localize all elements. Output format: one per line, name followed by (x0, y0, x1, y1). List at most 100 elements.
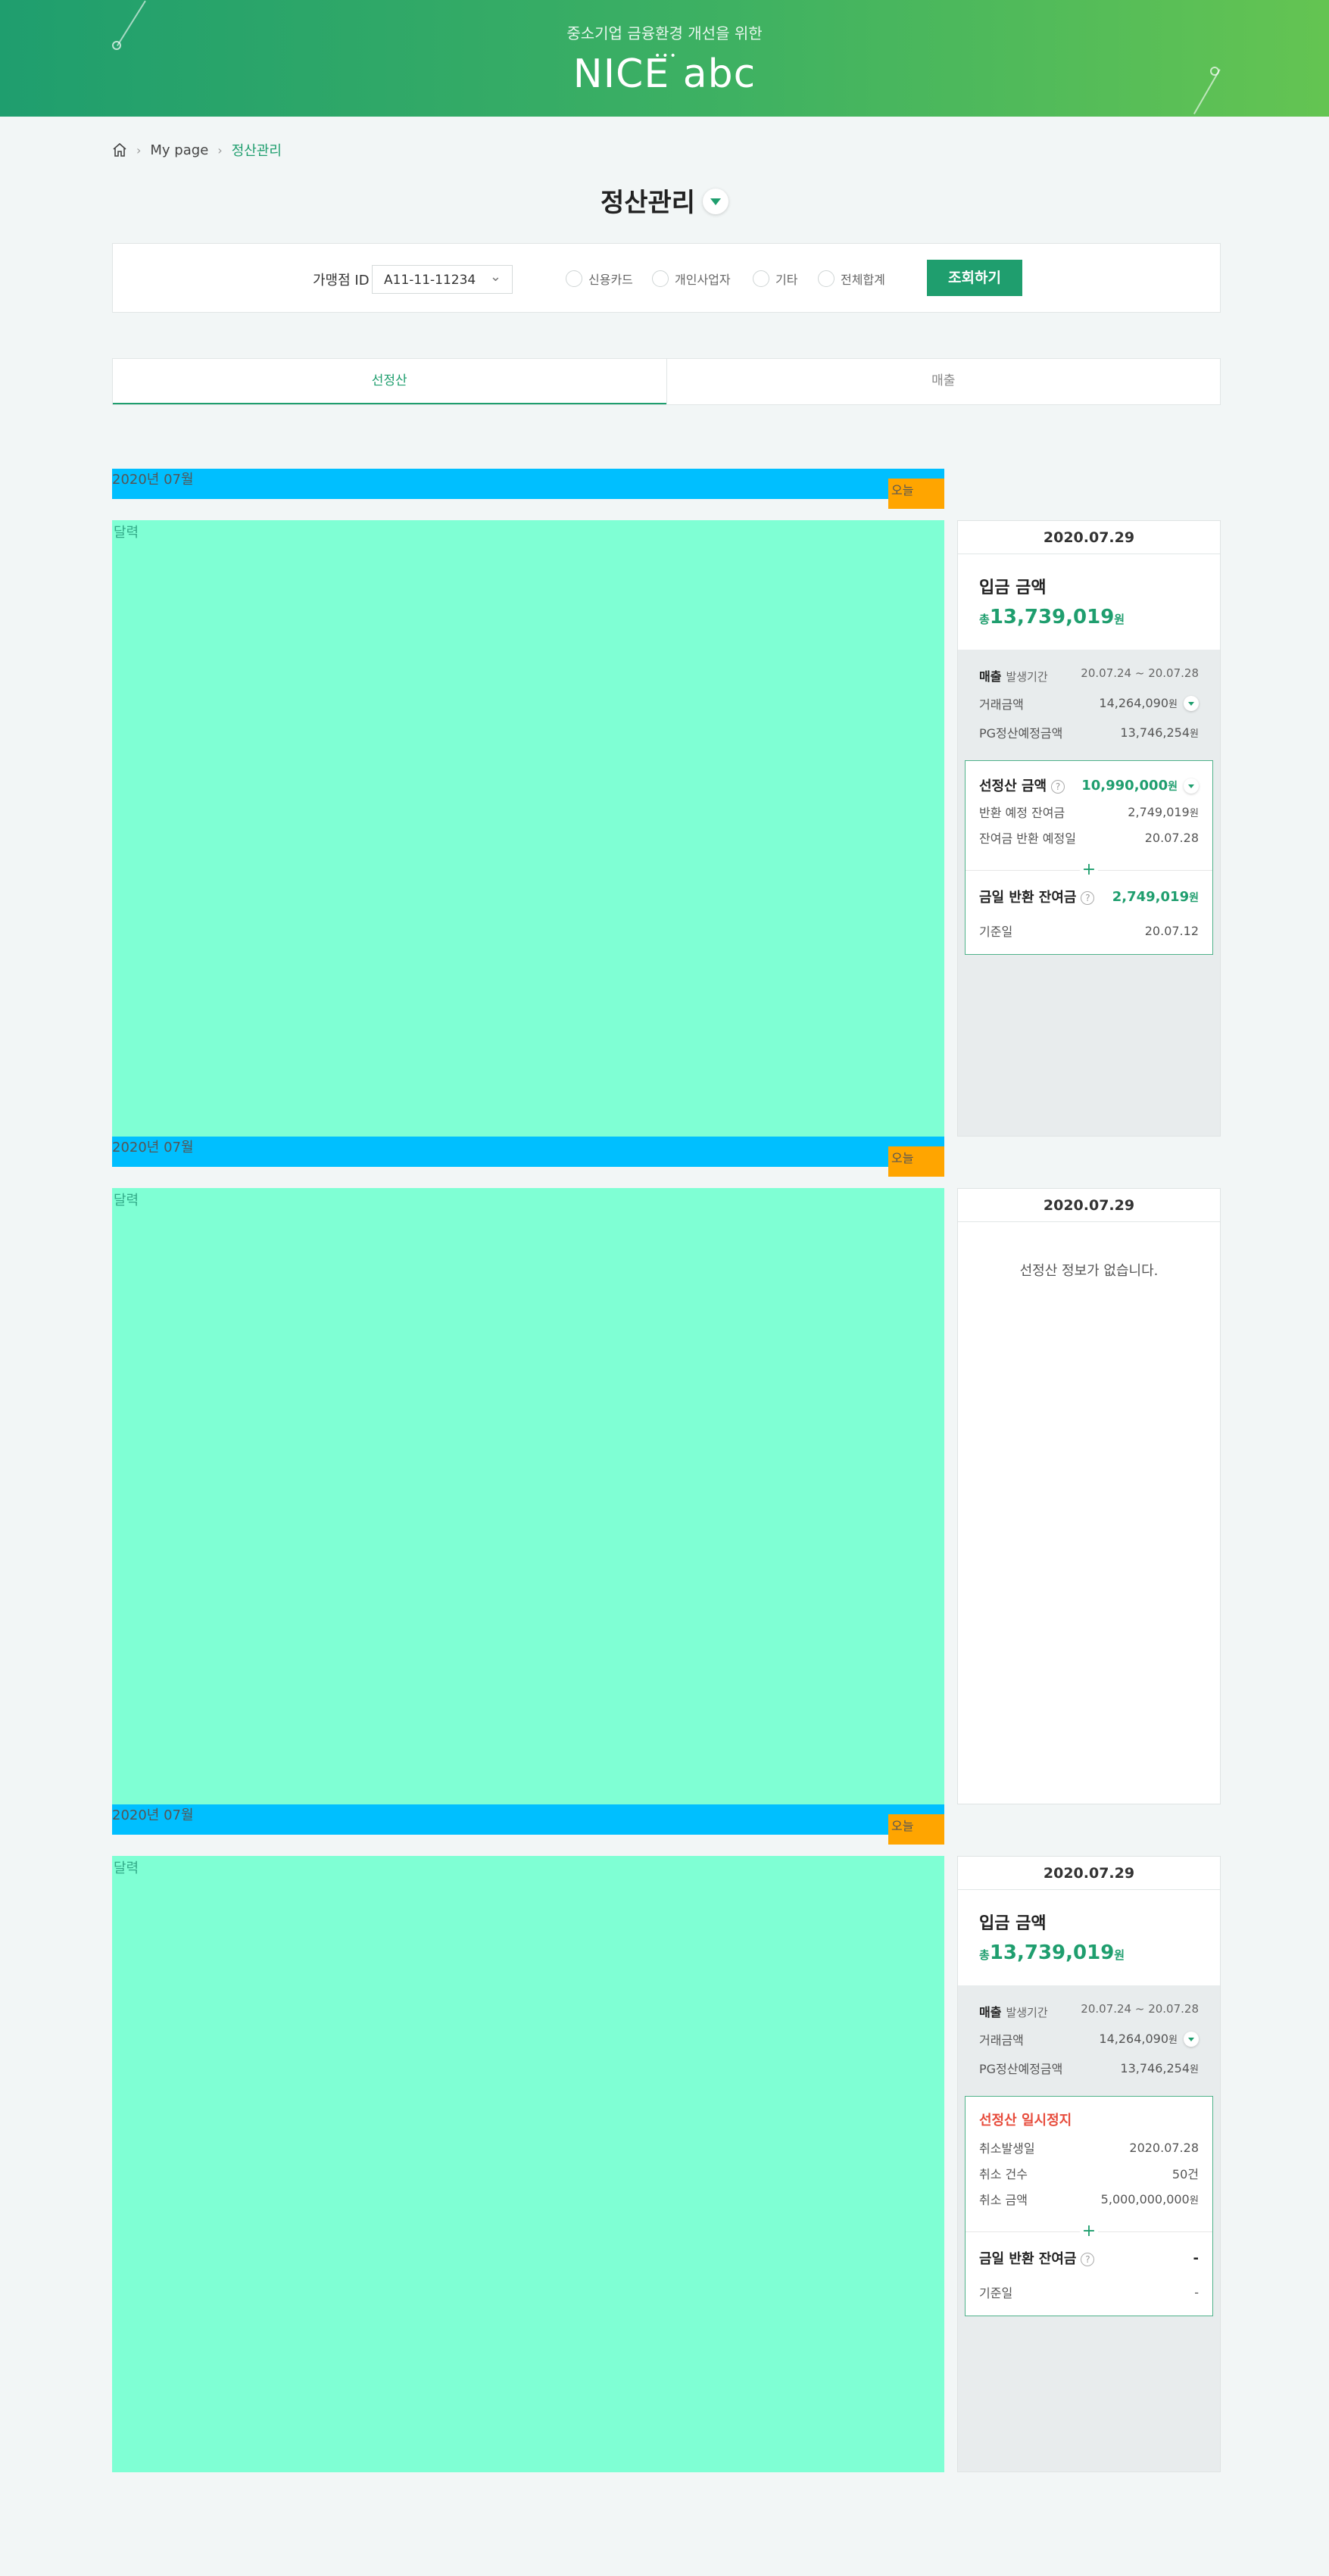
pg-row: PG정산예정금액 13,746,254원 (979, 2054, 1199, 2082)
unit: 원 (1190, 728, 1199, 740)
deposit-value: 13,739,019 (989, 606, 1115, 628)
tab-pre-settlement[interactable]: 선정산 (113, 359, 666, 404)
calendar-label: 달력 (114, 1860, 139, 1876)
radio-circle[interactable] (652, 270, 669, 287)
trade-dropdown-button[interactable] (1184, 696, 1199, 712)
deposit-prefix: 총 (979, 1948, 990, 1962)
today-button[interactable]: 오늘 (888, 1814, 944, 1845)
page-title: 정산관리 (0, 182, 1329, 219)
row-value: 20.07.12 (1144, 923, 1199, 938)
plus-icon: + (1080, 2223, 1098, 2241)
trade-dropdown-button[interactable] (1184, 2032, 1199, 2047)
today-return-title: 금일 반환 잔여금 (979, 890, 1077, 906)
suspended-title: 선정산 일시정지 (979, 2113, 1072, 2128)
radio-other[interactable]: 기타 (753, 270, 797, 288)
breadcrumb-mypage[interactable]: My page (150, 142, 208, 158)
trade-row: 거래금액 14,264,090원 (979, 2025, 1199, 2054)
radio-total[interactable]: 전체합계 (818, 270, 885, 288)
plus-divider: + (966, 2223, 1212, 2241)
title-dropdown-button[interactable] (703, 188, 729, 214)
calendar[interactable]: 달력 (112, 520, 944, 1137)
pg-amount: 13,746,254 (1120, 725, 1190, 740)
deposit-amount: 총13,739,019원 (979, 606, 1199, 628)
radio-credit-card[interactable]: 신용카드 (566, 270, 633, 288)
site-header: 중소기업 금융환경 개선을 위한 ••• NICE abc (0, 0, 1329, 117)
no-info-message: 선정산 정보가 없습니다. (1019, 1263, 1159, 1279)
row-label: 취소발생일 (979, 2141, 1035, 2156)
unit: 원 (1189, 2194, 1199, 2206)
box-title: 선정산 금액 (979, 778, 1047, 794)
unit: 원 (1168, 780, 1178, 793)
unit: 원 (1189, 807, 1199, 819)
box-amount-value: 10,990,000 (1081, 777, 1168, 794)
settlement-panel: 2020.07.29 입금 금액 총13,739,019원 매출 발생기간 20.0… (957, 1856, 1221, 2472)
pg-value: 13,746,254원 (1120, 2061, 1199, 2075)
radio-individual[interactable]: 개인사업자 (652, 270, 731, 288)
box-header: 금일 반환 잔여금? 2,749,019원 (979, 883, 1199, 910)
calendar[interactable]: 달력 (112, 1188, 944, 1804)
help-icon[interactable]: ? (1081, 891, 1095, 905)
box-row: 기준일 - (979, 2279, 1199, 2305)
trade-label: 거래금액 (979, 697, 1024, 712)
today-button[interactable]: 오늘 (888, 479, 944, 509)
deposit-title: 입금 금액 (979, 579, 1047, 597)
row-label: 취소 건수 (979, 2167, 1028, 2181)
radio-circle[interactable] (753, 270, 769, 287)
home-icon[interactable] (112, 142, 127, 157)
box-row: 취소 금액 5,000,000,000원 (979, 2186, 1199, 2212)
radio-circle[interactable] (818, 270, 835, 287)
sales-summary: 매출 발생기간 20.07.24 ~ 20.07.28 거래금액 14,264,090… (958, 650, 1220, 747)
today-button[interactable]: 오늘 (888, 1146, 944, 1177)
deposit-value: 13,739,019 (989, 1941, 1115, 1964)
deposit-summary: 입금 금액 총13,739,019원 (958, 1890, 1220, 1985)
box-row: 취소 건수 50건 (979, 2160, 1199, 2186)
deposit-prefix: 총 (979, 613, 990, 626)
breadcrumb: › My page › 정산관리 (112, 140, 282, 160)
row-label: 취소 금액 (979, 2193, 1028, 2207)
panel-date: 2020.07.29 (958, 1857, 1220, 1890)
help-icon[interactable]: ? (1081, 2253, 1095, 2266)
trade-value: 14,264,090원 (1099, 2032, 1199, 2047)
row-value: 20.07.28 (1144, 830, 1199, 845)
breadcrumb-separator: › (136, 142, 142, 157)
period-value: 20.07.24 ~ 20.07.28 (1081, 2002, 1199, 2016)
row-value: 50건 (1171, 2167, 1199, 2181)
panel-date: 2020.07.29 (958, 521, 1220, 554)
tab-sales[interactable]: 매출 (666, 359, 1221, 404)
deposit-unit: 원 (1114, 1948, 1125, 1962)
row-label: 기준일 (979, 2286, 1013, 2300)
pg-label: PG정산예정금액 (979, 2062, 1063, 2076)
calendar-label: 달력 (114, 1193, 139, 1208)
calendar-header: 2020년 07월 (112, 1804, 944, 1835)
merchant-id-label: 가맹점 ID (313, 273, 370, 288)
sales-summary: 매출 발생기간 20.07.24 ~ 20.07.28 거래금액 14,264,090… (958, 1985, 1220, 2082)
trade-row: 거래금액 14,264,090원 (979, 689, 1199, 718)
trade-amount: 14,264,090 (1099, 695, 1169, 710)
site-logo[interactable]: NICE abc (0, 51, 1329, 97)
calendar-month: 2020년 07월 (112, 1140, 194, 1155)
today-return-value: - (1193, 2250, 1199, 2266)
today-return-amount: 2,749,019원 (1112, 889, 1199, 905)
radio-circle[interactable] (566, 270, 582, 287)
row-value: 2020.07.28 (1129, 2140, 1199, 2155)
row-value: 2,749,019원 (1128, 805, 1199, 819)
settlement-panel: 2020.07.29 입금 금액 총13,739,019원 매출 발생기간 20.0… (957, 520, 1221, 1137)
tab-bar: 선정산 매출 (112, 358, 1221, 405)
calendar[interactable]: 달력 (112, 1856, 944, 2472)
filter-bar: 가맹점 ID A11-11-11234 신용카드 개인사업자 기타 전체합계 조… (112, 243, 1221, 313)
box-amount: 10,990,000원 (1081, 778, 1199, 794)
box-dropdown-button[interactable] (1184, 778, 1199, 794)
box-row: 잔여금 반환 예정일 20.07.28 (979, 825, 1199, 850)
unit: 원 (1189, 891, 1199, 904)
search-button[interactable]: 조회하기 (927, 260, 1022, 296)
unit: 원 (1190, 2063, 1199, 2075)
row-label: 기준일 (979, 925, 1013, 939)
today-return-title: 금일 반환 잔여금 (979, 2251, 1077, 2267)
sales-title: 매출 (979, 2005, 1002, 2019)
box-header: 선정산 금액? 10,990,000원 (979, 772, 1199, 799)
radio-label: 신용카드 (588, 273, 633, 287)
plus-icon: + (1080, 862, 1098, 880)
merchant-id-select[interactable]: A11-11-11234 (372, 265, 513, 294)
help-icon[interactable]: ? (1051, 780, 1065, 794)
pg-amount: 13,746,254 (1120, 2060, 1190, 2075)
